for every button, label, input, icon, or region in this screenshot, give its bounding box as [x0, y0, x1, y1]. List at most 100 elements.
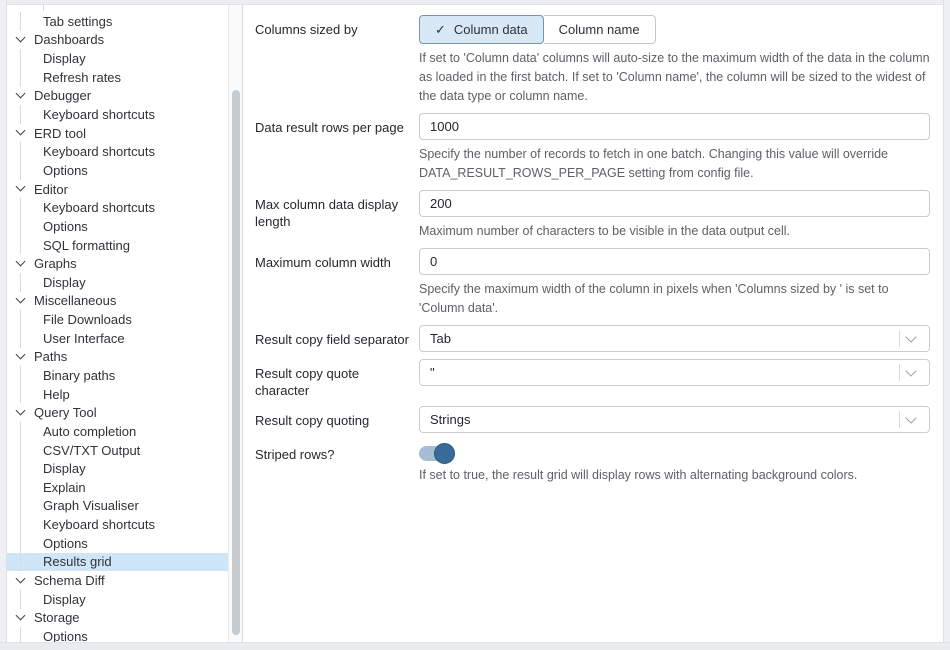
preferences-sidebar: Tab settingsDashboards Display Refresh rat…: [7, 5, 243, 642]
chevron-down-icon[interactable]: [16, 295, 24, 303]
field-control: 1000 Specify the number of records to fet…: [419, 113, 930, 183]
chevron-down-icon[interactable]: [16, 34, 24, 42]
sidebar-item-paths[interactable]: Paths: [7, 348, 229, 367]
check-icon: ✓: [435, 22, 446, 38]
select-result-copy-field-separator[interactable]: Tab: [419, 325, 930, 352]
sidebar-item-results-grid[interactable]: Results grid: [7, 553, 229, 572]
select-result-copy-quoting[interactable]: Strings: [419, 406, 930, 433]
chevron-down-icon[interactable]: [16, 612, 24, 620]
sidebar-item-label: Results grid: [43, 554, 112, 569]
sidebar-item-options[interactable]: Options: [7, 161, 229, 180]
sidebar-item-display[interactable]: Display: [7, 49, 229, 68]
sidebar-item-label: Debugger: [34, 88, 91, 103]
switch-thumb[interactable]: [434, 443, 455, 464]
chevron-down-icon[interactable]: [16, 407, 24, 415]
sidebar-item-label: Auto completion: [43, 424, 136, 439]
sidebar-item-display[interactable]: Display: [7, 459, 229, 478]
chevron-down-icon[interactable]: [16, 127, 24, 135]
sidebar-item-label: Query Tool: [34, 405, 97, 420]
select-divider: [899, 411, 900, 428]
field-help-text: Specify the number of records to fetch i…: [419, 145, 930, 183]
sidebar-item-storage[interactable]: Storage: [7, 609, 229, 628]
sidebar-item-file-downloads[interactable]: File Downloads: [7, 310, 229, 329]
input-value: 1000: [430, 119, 459, 134]
sidebar-item-keyboard-shortcuts[interactable]: Keyboard shortcuts: [7, 105, 229, 124]
sidebar-item-schema-diff[interactable]: Schema Diff: [7, 571, 229, 590]
chevron-down-icon[interactable]: [907, 370, 929, 375]
sidebar-item-label: Refresh rates: [43, 70, 121, 85]
chevron-down-icon[interactable]: [16, 90, 24, 98]
chevron-down-icon[interactable]: [16, 351, 24, 359]
field-row-result-copy-field-separator: Result copy field separatorTab: [255, 325, 930, 352]
input-maximum-column-width[interactable]: 0: [419, 248, 930, 275]
input-data-result-rows-per-page[interactable]: 1000: [419, 113, 930, 140]
settings-fields: Columns sized by✓Column dataColumn nameI…: [255, 15, 930, 485]
sidebar-item-options[interactable]: Options: [7, 217, 229, 236]
field-label: Columns sized by: [255, 15, 419, 106]
chevron-down-icon[interactable]: [907, 417, 929, 422]
sidebar-item-label: Miscellaneous: [34, 293, 116, 308]
sidebar-item-editor[interactable]: Editor: [7, 180, 229, 199]
select-divider: [899, 330, 900, 347]
sidebar-item-help[interactable]: Help: [7, 385, 229, 404]
field-control: Strings: [419, 406, 930, 433]
sidebar-item-graphs[interactable]: Graphs: [7, 254, 229, 273]
sidebar-item-graph-visualiser[interactable]: Graph Visualiser: [7, 497, 229, 516]
sidebar-item-auto-completion[interactable]: Auto completion: [7, 422, 229, 441]
sidebar-item-label: Dashboards: [34, 32, 104, 47]
dialog-right-edge: [943, 0, 950, 650]
sidebar-scrollbar[interactable]: [228, 5, 242, 642]
toggle-option-column-data[interactable]: ✓Column data: [419, 15, 544, 44]
sidebar-item-label: Keyboard shortcuts: [43, 517, 155, 532]
settings-panel: Columns sized by✓Column dataColumn nameI…: [243, 5, 943, 642]
chevron-down-icon[interactable]: [16, 258, 24, 266]
sidebar-item-explain[interactable]: Explain: [7, 478, 229, 497]
sidebar-item-debugger[interactable]: Debugger: [7, 87, 229, 106]
chevron-down-icon[interactable]: [907, 336, 929, 341]
field-row-max-column-data-display-length: Max column data display length200Maximum…: [255, 190, 930, 241]
sidebar-item-binary-paths[interactable]: Binary paths: [7, 366, 229, 385]
sidebar-item-label: User Interface: [43, 331, 125, 346]
sidebar-item-keyboard-shortcuts[interactable]: Keyboard shortcuts: [7, 142, 229, 161]
sidebar-item-keyboard-shortcuts[interactable]: Keyboard shortcuts: [7, 515, 229, 534]
sidebar-item-query-tool[interactable]: Query Tool: [7, 403, 229, 422]
field-label: Data result rows per page: [255, 113, 419, 183]
chevron-down-icon[interactable]: [16, 183, 24, 191]
field-label: Max column data display length: [255, 190, 419, 241]
sidebar-item-label: Help: [43, 387, 70, 402]
dialog-left-edge: [0, 0, 7, 650]
input-max-column-data-display-length[interactable]: 200: [419, 190, 930, 217]
sidebar-item-user-interface[interactable]: User Interface: [7, 329, 229, 348]
sidebar-item-erd-tool[interactable]: ERD tool: [7, 124, 229, 143]
sidebar-item-label: Explain: [43, 480, 86, 495]
sidebar-item-label: Graph Visualiser: [43, 498, 139, 513]
sidebar-item-display[interactable]: Display: [7, 273, 229, 292]
switch-striped-rows[interactable]: [419, 446, 452, 461]
field-control: ": [419, 359, 930, 399]
sidebar-item-label: Keyboard shortcuts: [43, 144, 155, 159]
field-row-result-copy-quoting: Result copy quoting Strings: [255, 406, 930, 433]
select-value: Strings: [430, 412, 899, 427]
field-label: Result copy quoting: [255, 406, 419, 433]
field-row-maximum-column-width: Maximum column width0Specify the maximum…: [255, 248, 930, 318]
field-label: Striped rows?: [255, 440, 419, 485]
sidebar-item-options[interactable]: Options: [7, 534, 229, 553]
sidebar-item-csv-txt-output[interactable]: CSV/TXT Output: [7, 441, 229, 460]
sidebar-item-dashboards[interactable]: Dashboards: [7, 31, 229, 50]
sidebar-item-tab-settings[interactable]: Tab settings: [7, 12, 229, 31]
chevron-down-icon[interactable]: [16, 575, 24, 583]
sidebar-item-display[interactable]: Display: [7, 590, 229, 609]
sidebar-item-label: Display: [43, 461, 86, 476]
sidebar-item-miscellaneous[interactable]: Miscellaneous: [7, 292, 229, 311]
field-row-striped-rows: Striped rows?If set to true, the result …: [255, 440, 930, 485]
sidebar-item-keyboard-shortcuts[interactable]: Keyboard shortcuts: [7, 198, 229, 217]
sidebar-item-sql-formatting[interactable]: SQL formatting: [7, 236, 229, 255]
sidebar-scrollbar-thumb[interactable]: [232, 90, 240, 635]
sidebar-item-refresh-rates[interactable]: Refresh rates: [7, 68, 229, 87]
select-result-copy-quote-character[interactable]: ": [419, 359, 930, 386]
select-value: Tab: [430, 331, 899, 346]
toggle-option-column-name[interactable]: Column name: [544, 15, 656, 44]
sidebar-item-label: Display: [43, 51, 86, 66]
field-row-result-copy-quote-character: Result copy quote character": [255, 359, 930, 399]
field-control: 200Maximum number of characters to be vi…: [419, 190, 930, 241]
